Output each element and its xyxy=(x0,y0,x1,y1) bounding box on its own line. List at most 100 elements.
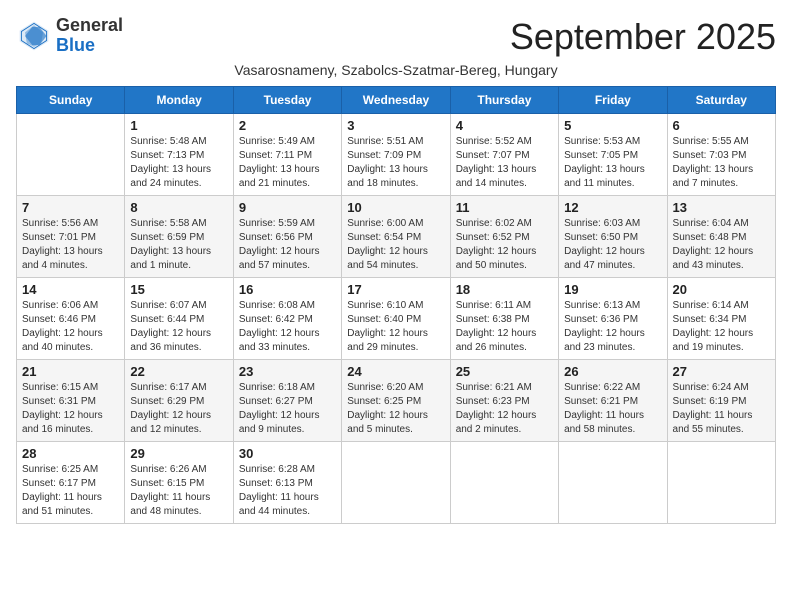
day-number: 19 xyxy=(564,282,661,297)
calendar-week: 14 Sunrise: 6:06 AM Sunset: 6:46 PM Dayli… xyxy=(17,278,776,360)
day-number: 16 xyxy=(239,282,336,297)
day-number: 6 xyxy=(673,118,770,133)
calendar-week: 7 Sunrise: 5:56 AM Sunset: 7:01 PM Daylig… xyxy=(17,196,776,278)
calendar-cell: 12 Sunrise: 6:03 AM Sunset: 6:50 PM Dayli… xyxy=(559,196,667,278)
title-block: September 2025 xyxy=(510,16,776,58)
header-day: Tuesday xyxy=(233,87,341,114)
day-number: 26 xyxy=(564,364,661,379)
day-info: Sunrise: 6:26 AM Sunset: 6:15 PM Dayligh… xyxy=(130,463,227,519)
calendar-cell: 16 Sunrise: 6:08 AM Sunset: 6:42 PM Dayli… xyxy=(233,278,341,360)
header: General Blue September 2025 xyxy=(16,16,776,58)
day-number: 15 xyxy=(130,282,227,297)
day-info: Sunrise: 6:08 AM Sunset: 6:42 PM Dayligh… xyxy=(239,299,336,355)
calendar-cell: 13Sunrise: 6:04 AM Sunset: 6:48 PM Dayli… xyxy=(667,196,775,278)
calendar-cell: 18Sunrise: 6:11 AM Sunset: 6:38 PM Dayli… xyxy=(450,278,558,360)
day-number: 22 xyxy=(130,364,227,379)
day-number: 14 xyxy=(22,282,119,297)
logo-general: General xyxy=(56,15,123,35)
day-info: Sunrise: 6:20 AM Sunset: 6:25 PM Dayligh… xyxy=(347,381,444,437)
calendar-cell: 5 Sunrise: 5:53 AM Sunset: 7:05 PM Daylig… xyxy=(559,114,667,196)
calendar-cell: 7 Sunrise: 5:56 AM Sunset: 7:01 PM Daylig… xyxy=(17,196,125,278)
calendar-cell xyxy=(342,442,450,524)
day-number: 21 xyxy=(22,364,119,379)
day-number: 30 xyxy=(239,446,336,461)
day-info: Sunrise: 6:21 AM Sunset: 6:23 PM Dayligh… xyxy=(456,381,553,437)
day-info: Sunrise: 6:03 AM Sunset: 6:50 PM Dayligh… xyxy=(564,217,661,273)
day-number: 5 xyxy=(564,118,661,133)
day-info: Sunrise: 6:02 AM Sunset: 6:52 PM Dayligh… xyxy=(456,217,553,273)
header-day: Sunday xyxy=(17,87,125,114)
calendar-cell: 6 Sunrise: 5:55 AM Sunset: 7:03 PM Daylig… xyxy=(667,114,775,196)
day-info: Sunrise: 6:17 AM Sunset: 6:29 PM Dayligh… xyxy=(130,381,227,437)
day-info: Sunrise: 6:14 AM Sunset: 6:34 PM Dayligh… xyxy=(673,299,770,355)
calendar-cell: 24 Sunrise: 6:20 AM Sunset: 6:25 PM Dayli… xyxy=(342,360,450,442)
header-day: Saturday xyxy=(667,87,775,114)
day-number: 12 xyxy=(564,200,661,215)
calendar-cell: 27Sunrise: 6:24 AM Sunset: 6:19 PM Dayli… xyxy=(667,360,775,442)
calendar-cell xyxy=(559,442,667,524)
month-title: September 2025 xyxy=(510,16,776,58)
calendar-cell xyxy=(667,442,775,524)
day-info: Sunrise: 6:18 AM Sunset: 6:27 PM Dayligh… xyxy=(239,381,336,437)
logo-text: General Blue xyxy=(56,16,123,56)
subtitle: Vasarosnameny, Szabolcs-Szatmar-Bereg, H… xyxy=(16,62,776,78)
day-info: Sunrise: 5:59 AM Sunset: 6:56 PM Dayligh… xyxy=(239,217,336,273)
day-info: Sunrise: 6:11 AM Sunset: 6:38 PM Dayligh… xyxy=(456,299,553,355)
calendar-cell: 25 Sunrise: 6:21 AM Sunset: 6:23 PM Dayli… xyxy=(450,360,558,442)
calendar-week: 21 Sunrise: 6:15 AM Sunset: 6:31 PM Dayli… xyxy=(17,360,776,442)
day-info: Sunrise: 5:49 AM Sunset: 7:11 PM Dayligh… xyxy=(239,135,336,191)
day-number: 4 xyxy=(456,118,553,133)
day-info: Sunrise: 5:55 AM Sunset: 7:03 PM Dayligh… xyxy=(673,135,770,191)
day-info: Sunrise: 5:51 AM Sunset: 7:09 PM Dayligh… xyxy=(347,135,444,191)
calendar-cell: 2 Sunrise: 5:49 AM Sunset: 7:11 PM Daylig… xyxy=(233,114,341,196)
calendar-cell: 10 Sunrise: 6:00 AM Sunset: 6:54 PM Dayli… xyxy=(342,196,450,278)
day-number: 7 xyxy=(22,200,119,215)
calendar-cell xyxy=(450,442,558,524)
header-day: Friday xyxy=(559,87,667,114)
calendar-cell: 14 Sunrise: 6:06 AM Sunset: 6:46 PM Dayli… xyxy=(17,278,125,360)
day-number: 23 xyxy=(239,364,336,379)
calendar-cell: 21 Sunrise: 6:15 AM Sunset: 6:31 PM Dayli… xyxy=(17,360,125,442)
calendar-table: SundayMondayTuesdayWednesdayThursdayFrid… xyxy=(16,86,776,524)
day-info: Sunrise: 5:58 AM Sunset: 6:59 PM Dayligh… xyxy=(130,217,227,273)
day-number: 29 xyxy=(130,446,227,461)
calendar-cell xyxy=(17,114,125,196)
calendar-cell: 4Sunrise: 5:52 AM Sunset: 7:07 PM Daylig… xyxy=(450,114,558,196)
day-number: 1 xyxy=(130,118,227,133)
calendar-cell: 11 Sunrise: 6:02 AM Sunset: 6:52 PM Dayli… xyxy=(450,196,558,278)
day-number: 13 xyxy=(673,200,770,215)
calendar-cell: 30Sunrise: 6:28 AM Sunset: 6:13 PM Dayli… xyxy=(233,442,341,524)
calendar-cell: 28 Sunrise: 6:25 AM Sunset: 6:17 PM Dayli… xyxy=(17,442,125,524)
header-row: SundayMondayTuesdayWednesdayThursdayFrid… xyxy=(17,87,776,114)
header-day: Monday xyxy=(125,87,233,114)
calendar-cell: 17Sunrise: 6:10 AM Sunset: 6:40 PM Dayli… xyxy=(342,278,450,360)
day-number: 8 xyxy=(130,200,227,215)
day-info: Sunrise: 5:48 AM Sunset: 7:13 PM Dayligh… xyxy=(130,135,227,191)
calendar-cell: 9Sunrise: 5:59 AM Sunset: 6:56 PM Daylig… xyxy=(233,196,341,278)
day-number: 27 xyxy=(673,364,770,379)
day-info: Sunrise: 5:53 AM Sunset: 7:05 PM Dayligh… xyxy=(564,135,661,191)
calendar-week: 28 Sunrise: 6:25 AM Sunset: 6:17 PM Dayli… xyxy=(17,442,776,524)
calendar-cell: 23 Sunrise: 6:18 AM Sunset: 6:27 PM Dayli… xyxy=(233,360,341,442)
day-number: 17 xyxy=(347,282,444,297)
header-day: Thursday xyxy=(450,87,558,114)
day-number: 24 xyxy=(347,364,444,379)
calendar-cell: 8 Sunrise: 5:58 AM Sunset: 6:59 PM Daylig… xyxy=(125,196,233,278)
day-number: 10 xyxy=(347,200,444,215)
calendar-cell: 20 Sunrise: 6:14 AM Sunset: 6:34 PM Dayli… xyxy=(667,278,775,360)
day-info: Sunrise: 6:06 AM Sunset: 6:46 PM Dayligh… xyxy=(22,299,119,355)
calendar-cell: 22 Sunrise: 6:17 AM Sunset: 6:29 PM Dayli… xyxy=(125,360,233,442)
day-info: Sunrise: 5:56 AM Sunset: 7:01 PM Dayligh… xyxy=(22,217,119,273)
logo-blue: Blue xyxy=(56,35,95,55)
day-info: Sunrise: 6:15 AM Sunset: 6:31 PM Dayligh… xyxy=(22,381,119,437)
day-info: Sunrise: 6:00 AM Sunset: 6:54 PM Dayligh… xyxy=(347,217,444,273)
day-number: 20 xyxy=(673,282,770,297)
calendar-week: 1 Sunrise: 5:48 AM Sunset: 7:13 PM Daylig… xyxy=(17,114,776,196)
day-number: 2 xyxy=(239,118,336,133)
calendar-cell: 26Sunrise: 6:22 AM Sunset: 6:21 PM Dayli… xyxy=(559,360,667,442)
day-info: Sunrise: 6:25 AM Sunset: 6:17 PM Dayligh… xyxy=(22,463,119,519)
day-number: 28 xyxy=(22,446,119,461)
day-number: 25 xyxy=(456,364,553,379)
calendar-cell: 1 Sunrise: 5:48 AM Sunset: 7:13 PM Daylig… xyxy=(125,114,233,196)
day-number: 11 xyxy=(456,200,553,215)
